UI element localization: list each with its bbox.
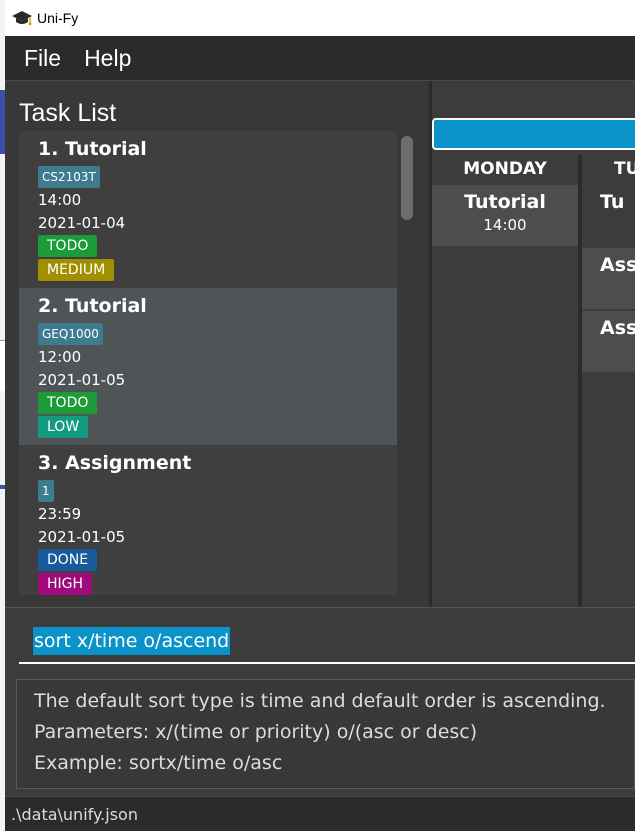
- week-selector-bar[interactable]: [432, 118, 635, 150]
- event-time: 14:00: [483, 216, 527, 234]
- weekly-schedule-panel: MONDAY Tutorial 14:00 TU Tu Assi Assi: [432, 81, 635, 607]
- command-area: sort x/time o/ascend: [5, 607, 635, 668]
- day-header: MONDAY: [463, 159, 547, 179]
- graduation-cap-icon: [11, 8, 33, 28]
- window-title: Uni-Fy: [37, 10, 79, 26]
- day-column-monday: MONDAY Tutorial 14:00: [432, 155, 578, 246]
- day-column-tuesday: TU Tu Assi Assi: [582, 155, 635, 372]
- task-heading: 1. Tutorial: [38, 138, 147, 160]
- event-title: Assi: [600, 317, 635, 339]
- task-list-scrollbar[interactable]: [400, 131, 414, 601]
- task-date: 2021-01-05: [38, 371, 126, 389]
- task-list-panel: Task List 1. Tutorial CS2103T 14:00 2021…: [5, 81, 429, 607]
- app-window: File Help Task List 1. Tutorial CS2103T …: [5, 36, 635, 831]
- state-tag: DONE: [38, 549, 98, 571]
- task-time: 12:00: [38, 348, 82, 366]
- menu-file[interactable]: File: [24, 45, 61, 72]
- event-title: Tutorial: [464, 191, 546, 213]
- result-line: Example: sortx/time o/asc: [34, 752, 283, 774]
- event-title: Tu: [600, 191, 625, 213]
- task-card-selected[interactable]: 2. Tutorial GEQ1000 12:00 2021-01-05 TOD…: [19, 288, 397, 445]
- module-tag: CS2103T: [38, 166, 100, 188]
- schedule-event[interactable]: Assi: [582, 311, 635, 372]
- menu-bar: File Help: [5, 36, 635, 81]
- task-card[interactable]: 3. Assignment 1 23:59 2021-01-05 DONE HI…: [19, 445, 397, 595]
- schedule-event[interactable]: Tutorial 14:00: [432, 185, 578, 246]
- task-time: 23:59: [38, 505, 82, 523]
- result-line: The default sort type is time and defaul…: [34, 690, 606, 712]
- task-heading: 3. Assignment: [38, 452, 192, 474]
- priority-tag: MEDIUM: [38, 259, 115, 281]
- state-tag: TODO: [38, 392, 98, 414]
- result-line: Parameters: x/(time or priority) o/(asc …: [34, 721, 478, 743]
- schedule-event[interactable]: Assi: [582, 248, 635, 309]
- save-file-path: .\data\unify.json: [11, 805, 138, 824]
- module-tag: 1: [38, 480, 54, 502]
- task-list[interactable]: 1. Tutorial CS2103T 14:00 2021-01-04 TOD…: [19, 131, 397, 595]
- priority-tag: LOW: [38, 416, 89, 438]
- task-date: 2021-01-04: [38, 214, 126, 232]
- scrollbar-thumb[interactable]: [401, 136, 413, 220]
- menu-help[interactable]: Help: [84, 45, 131, 72]
- task-date: 2021-01-05: [38, 528, 126, 546]
- status-bar: .\data\unify.json: [5, 796, 635, 831]
- state-tag: TODO: [38, 235, 98, 257]
- task-list-title: Task List: [19, 99, 117, 127]
- module-tag: GEQ1000: [38, 323, 103, 345]
- task-card[interactable]: 1. Tutorial CS2103T 14:00 2021-01-04 TOD…: [19, 131, 397, 288]
- schedule-event[interactable]: Tu: [582, 185, 635, 246]
- command-input[interactable]: sort x/time o/ascend: [33, 627, 231, 655]
- command-box[interactable]: sort x/time o/ascend: [19, 620, 635, 664]
- task-heading: 2. Tutorial: [38, 295, 147, 317]
- day-header: TU: [614, 159, 635, 179]
- task-time: 14:00: [38, 191, 82, 209]
- result-display[interactable]: The default sort type is time and defaul…: [16, 679, 635, 789]
- title-bar[interactable]: Uni-Fy: [5, 0, 635, 36]
- priority-tag: HIGH: [38, 573, 93, 595]
- event-title: Assi: [600, 254, 635, 276]
